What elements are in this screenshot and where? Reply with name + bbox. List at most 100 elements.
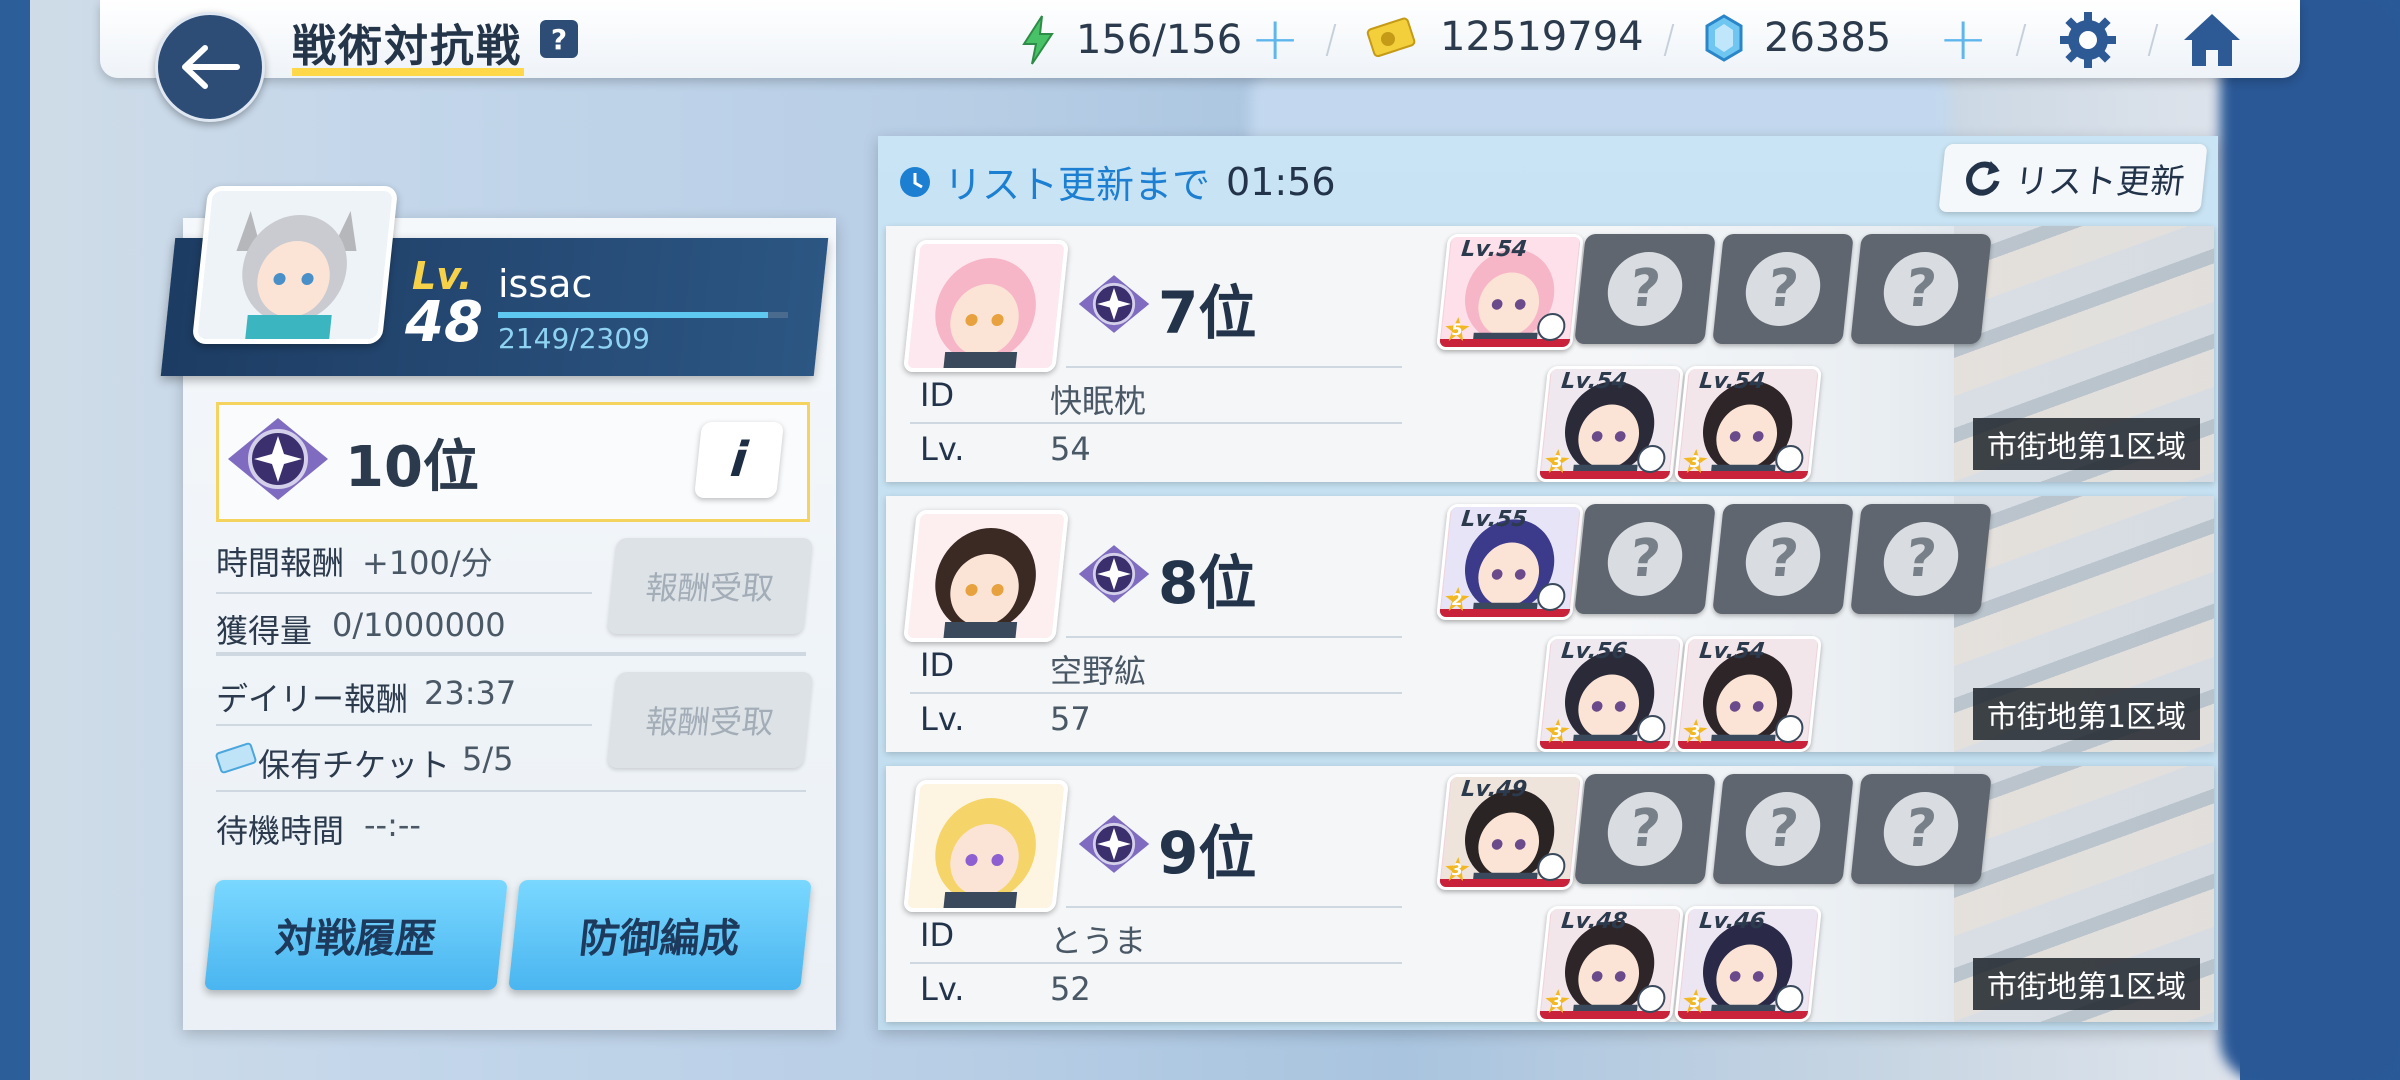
- gems-value: 26385: [1764, 15, 1892, 61]
- divider: [1066, 636, 1402, 638]
- help-button[interactable]: ?: [540, 20, 578, 58]
- zone-label: 市街地第1区域: [1972, 688, 2200, 740]
- wait-time-value: --:--: [364, 806, 421, 844]
- opponent-id: とうま: [1050, 922, 1147, 960]
- title-underline: [292, 68, 524, 76]
- credits-display: 12519794: [1366, 14, 1644, 60]
- question-icon: ?: [1604, 252, 1686, 326]
- opponent-card[interactable]: 9位 ID とうま Lv. 52 Lv.49 3 Lv.48 3 Lv.46 3??? 市街地第…: [886, 766, 2214, 1022]
- question-icon: ?: [1742, 792, 1824, 866]
- unit-portrait[interactable]: Lv.46 3: [1673, 906, 1823, 1022]
- timer-label: リスト更新まで: [944, 163, 1211, 207]
- unit-portrait[interactable]: Lv.54 3: [1673, 366, 1823, 482]
- home-button[interactable]: [2180, 10, 2244, 70]
- stamina-display: 156/156: [1020, 14, 1242, 66]
- zone-label: 市街地第1区域: [1972, 958, 2200, 1010]
- exp-text: 2149/2309: [498, 322, 650, 355]
- credits-value: 12519794: [1440, 14, 1644, 60]
- unit-level: Lv.54: [1560, 369, 1629, 394]
- info-button[interactable]: i: [694, 422, 784, 498]
- stamina-value: 156/156: [1076, 17, 1243, 63]
- opponent-avatar: [903, 510, 1069, 642]
- list-refresh-timer: リスト更新まで 01:56: [898, 154, 1336, 209]
- divider: [216, 724, 592, 726]
- opponent-level: 52: [1050, 970, 1091, 1008]
- divider: [1066, 906, 1402, 908]
- unit-level: Lv.55: [1460, 507, 1529, 532]
- unit-level: Lv.48: [1560, 909, 1629, 934]
- refresh-icon: [1966, 161, 2000, 196]
- empty-unit-slot[interactable]: ?: [1574, 234, 1716, 344]
- question-icon: ?: [1880, 792, 1962, 866]
- refresh-label: リスト更新: [2012, 161, 2187, 202]
- question-icon: ?: [1880, 522, 1962, 596]
- player-name: issac: [498, 262, 593, 306]
- back-button[interactable]: [155, 12, 265, 122]
- opponent-card[interactable]: 8位 ID 空野絋 Lv. 57 Lv.55 2 Lv.56 3 Lv.54 3??? 市街地第…: [886, 496, 2214, 752]
- opponent-avatar: [903, 780, 1069, 912]
- opponent-rank: 8位: [1158, 549, 1257, 617]
- defense-formation-button[interactable]: 防御編成: [508, 880, 812, 990]
- claim-daily-reward-button[interactable]: 報酬受取: [606, 672, 814, 768]
- opponent-card[interactable]: 7位 ID 快眠枕 Lv. 54 Lv.54 5 Lv.54 3 Lv.54 3??? 市街地第…: [886, 226, 2214, 482]
- opponent-id: 快眠枕: [1050, 382, 1147, 420]
- divider: [216, 652, 806, 656]
- divider: [1066, 366, 1402, 368]
- timer-value: 01:56: [1226, 159, 1336, 204]
- opponent-level-label: Lv.: [920, 700, 965, 738]
- earned-label: 獲得量: [216, 612, 313, 650]
- claim-time-reward-button[interactable]: 報酬受取: [606, 538, 814, 634]
- daily-reward-label: デイリー報酬: [216, 680, 409, 718]
- list-refresh-button[interactable]: リスト更新: [1938, 144, 2208, 212]
- opponent-level: 57: [1050, 700, 1091, 738]
- lightning-icon: [1022, 15, 1054, 65]
- player-avatar[interactable]: [191, 186, 399, 344]
- empty-unit-slot[interactable]: ?: [1712, 504, 1854, 614]
- empty-unit-slot[interactable]: ?: [1574, 774, 1716, 884]
- gems-display: 26385: [1704, 14, 1891, 62]
- ticket-icon: [214, 742, 258, 778]
- empty-unit-slot[interactable]: ?: [1850, 504, 1992, 614]
- unit-portrait[interactable]: Lv.56 3: [1535, 636, 1685, 752]
- opponent-avatar: [903, 240, 1069, 372]
- unit-level: Lv.54: [1460, 237, 1529, 262]
- unit-portrait[interactable]: Lv.54 3: [1535, 366, 1685, 482]
- divider: [910, 962, 1402, 964]
- home-icon: [2184, 14, 2240, 66]
- rank-emblem-icon: [1076, 542, 1152, 610]
- opponent-id-label: ID: [920, 916, 955, 954]
- avatar-portrait: [907, 244, 1065, 368]
- daily-reward-value: 23:37: [424, 674, 517, 712]
- unit-level: Lv.56: [1560, 639, 1629, 664]
- unit-portrait[interactable]: Lv.55 2: [1435, 504, 1585, 620]
- earned-value: 0/1000000: [332, 606, 506, 644]
- avatar-portrait: [907, 514, 1065, 638]
- unit-level: Lv.49: [1460, 777, 1529, 802]
- background-building: [2220, 0, 2400, 1080]
- unit-portrait[interactable]: Lv.49 3: [1435, 774, 1585, 890]
- wait-time-label: 待機時間: [216, 812, 345, 850]
- question-icon: ?: [1880, 252, 1962, 326]
- settings-button[interactable]: [2058, 10, 2118, 70]
- battle-history-button[interactable]: 対戦履歴: [204, 880, 508, 990]
- stamina-plus-button[interactable]: +: [1250, 9, 1300, 69]
- opponent-id: 空野絋: [1050, 652, 1147, 690]
- empty-unit-slot[interactable]: ?: [1712, 774, 1854, 884]
- player-rank: 10位: [345, 435, 479, 500]
- opponent-level: 54: [1050, 430, 1091, 468]
- empty-unit-slot[interactable]: ?: [1574, 504, 1716, 614]
- empty-unit-slot[interactable]: ?: [1850, 234, 1992, 344]
- unit-portrait[interactable]: Lv.48 3: [1535, 906, 1685, 1022]
- unit-level: Lv.54: [1698, 639, 1767, 664]
- unit-portrait[interactable]: Lv.54 5: [1435, 234, 1585, 350]
- empty-unit-slot[interactable]: ?: [1850, 774, 1992, 884]
- ticket-value: 5/5: [462, 740, 514, 778]
- unit-portrait[interactable]: Lv.54 3: [1673, 636, 1823, 752]
- gems-plus-button[interactable]: +: [1938, 9, 1988, 69]
- opponent-id-label: ID: [920, 646, 955, 684]
- opponent-rank: 7位: [1158, 279, 1257, 347]
- time-reward-label: 時間報酬: [216, 544, 345, 582]
- empty-unit-slot[interactable]: ?: [1712, 234, 1854, 344]
- opponent-rank: 9位: [1158, 819, 1257, 887]
- question-icon: ?: [1604, 522, 1686, 596]
